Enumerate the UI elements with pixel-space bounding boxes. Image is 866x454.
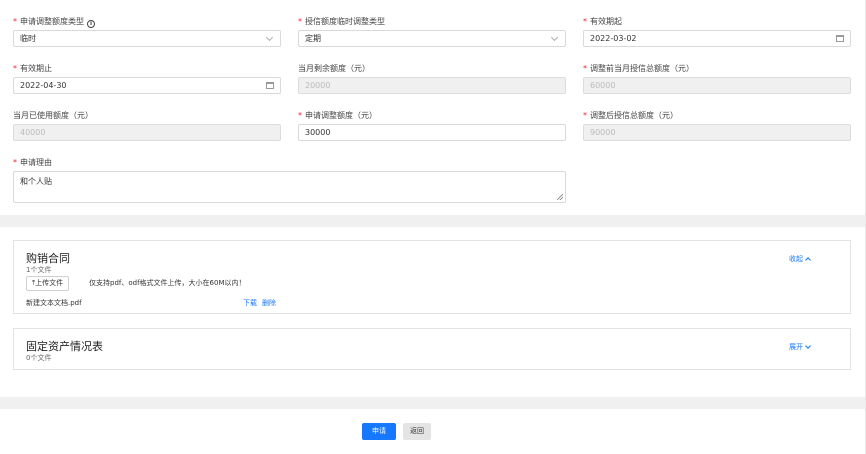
submit-button[interactable]: 申请 bbox=[362, 423, 396, 440]
remaining-input: 20000 bbox=[298, 77, 566, 94]
used-label: 当月已使用额度（元） bbox=[13, 111, 93, 120]
temp-type-select[interactable]: 定期 bbox=[298, 30, 566, 47]
attachment-title: 固定资产情况表 bbox=[26, 340, 103, 353]
apply-amount-label: * 申请调整额度（元） bbox=[298, 111, 377, 120]
valid-start-date-input[interactable]: 2022-03-02 bbox=[583, 30, 851, 47]
attachment-title: 购销合同 bbox=[26, 252, 70, 265]
calendar-icon bbox=[266, 82, 274, 89]
before-total-label: * 调整前当月授信总额度（元） bbox=[583, 64, 694, 73]
upload-file-button[interactable]: ⤒上传文件 bbox=[26, 276, 70, 291]
back-button[interactable]: 返回 bbox=[403, 423, 431, 440]
after-total-input: 90000 bbox=[583, 124, 851, 141]
used-input: 40000 bbox=[13, 124, 281, 141]
chevron-down-icon bbox=[805, 343, 811, 349]
resize-handle-icon[interactable] bbox=[557, 194, 563, 200]
remaining-label: 当月剩余额度（元） bbox=[298, 64, 370, 73]
attachment-card-fixed-assets: 固定资产情况表 0个文件 展开 bbox=[13, 328, 851, 370]
adjust-type-label: * 申请调整额度类型 i bbox=[13, 17, 95, 28]
attachment-count: 1个文件 bbox=[26, 266, 52, 274]
section-divider bbox=[0, 215, 865, 227]
file-name: 新建文本文档.pdf bbox=[26, 299, 82, 307]
valid-end-label: * 有效期止 bbox=[13, 64, 52, 73]
reason-label: * 申请理由 bbox=[13, 158, 52, 167]
attachment-count: 0个文件 bbox=[26, 354, 52, 362]
calendar-icon bbox=[836, 35, 844, 42]
after-total-label: * 调整后授信总额度（元） bbox=[583, 111, 678, 120]
reason-textarea[interactable]: 和个人贴 bbox=[13, 171, 566, 203]
delete-link[interactable]: 删除 bbox=[262, 298, 276, 308]
collapse-toggle[interactable]: 收起 bbox=[789, 254, 811, 264]
chevron-up-icon bbox=[805, 257, 811, 263]
adjust-type-select[interactable]: 临时 bbox=[13, 30, 281, 47]
chevron-down-icon bbox=[265, 33, 274, 42]
chevron-down-icon bbox=[550, 33, 559, 42]
temp-type-label: * 授信额度临时调整类型 bbox=[298, 17, 385, 26]
expand-toggle[interactable]: 展开 bbox=[789, 342, 811, 352]
info-icon[interactable]: i bbox=[87, 20, 95, 28]
upload-hint: 仅支持pdf、odf格式文件上传，大小在60M以内！ bbox=[89, 279, 246, 287]
apply-amount-input[interactable]: 30000 bbox=[298, 124, 566, 141]
page: * 申请调整额度类型 i 临时 * 授信额度临时调整类型 定期 * 有效期起 2022-… bbox=[0, 0, 866, 454]
before-total-input: 60000 bbox=[583, 77, 851, 94]
attachment-card-contract: 购销合同 1个文件 收起 ⤒上传文件 仅支持pdf、odf格式文件上传，大小在6… bbox=[13, 240, 851, 314]
download-link[interactable]: 下载 bbox=[243, 298, 257, 308]
valid-start-label: * 有效期起 bbox=[583, 17, 622, 26]
footer-divider bbox=[0, 397, 865, 409]
valid-end-date-input[interactable]: 2022-04-30 bbox=[13, 77, 281, 94]
